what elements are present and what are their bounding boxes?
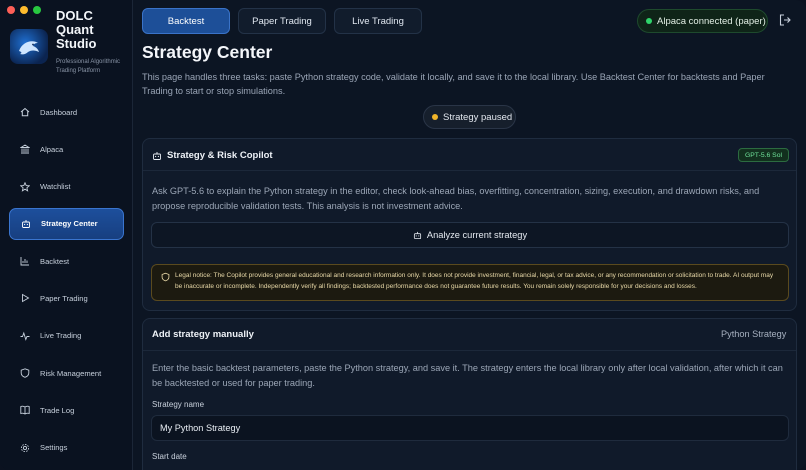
sidebar-item-trade-log[interactable]: Trade Log [9, 394, 124, 426]
robot-icon [413, 231, 422, 240]
sidebar-item-live-trading[interactable]: Live Trading [9, 320, 124, 352]
connection-status-badge: Alpaca connected (paper) [637, 9, 768, 33]
shield-icon [161, 272, 170, 286]
sidebar-nav: Dashboard Alpaca Watchlist Strategy Cent… [9, 96, 124, 469]
copilot-title: Strategy & Risk Copilot [152, 150, 273, 161]
home-icon [20, 107, 30, 117]
sidebar: DOLC Quant Studio Professional Algorithm… [0, 0, 133, 470]
sidebar-item-label: Settings [40, 443, 68, 453]
robot-icon [21, 219, 31, 229]
analyze-strategy-button[interactable]: Analyze current strategy [151, 222, 789, 248]
sidebar-item-paper-trading[interactable]: Paper Trading [9, 282, 124, 314]
bank-icon [20, 144, 30, 154]
add-strategy-card: Add strategy manually Python Strategy En… [142, 318, 797, 470]
pulse-icon [20, 331, 30, 341]
connection-status-label: Alpaca connected (paper) [657, 15, 766, 27]
minimize-window-button[interactable] [20, 6, 28, 14]
strategy-status-badge: Strategy paused [423, 105, 516, 129]
sidebar-item-label: Backtest [40, 256, 70, 266]
connection-status-dot [646, 18, 652, 24]
page-title: Strategy Center [142, 42, 273, 62]
star-icon [20, 181, 30, 192]
sidebar-item-label: Live Trading [40, 331, 82, 341]
add-strategy-title: Add strategy manually [152, 329, 254, 340]
copilot-card: Strategy & Risk Copilot GPT-5.6 Sol Ask … [142, 138, 797, 311]
legal-notice: Legal notice: The Copilot provides gener… [151, 264, 789, 301]
window-controls [7, 6, 41, 14]
sidebar-item-label: Risk Management [40, 368, 102, 378]
strategy-status-dot [432, 114, 438, 120]
sidebar-item-alpaca[interactable]: Alpaca [9, 133, 124, 165]
start-date-label: Start date [152, 452, 187, 461]
strategy-type-label: Python Strategy [721, 329, 787, 339]
sidebar-item-label: Strategy Center [41, 219, 98, 229]
play-icon [20, 293, 30, 303]
app-title: DOLC Quant Studio [56, 8, 97, 51]
sidebar-item-strategy-center[interactable]: Strategy Center [9, 207, 124, 240]
copilot-title-label: Strategy & Risk Copilot [167, 150, 273, 161]
shield-icon [20, 368, 30, 378]
sidebar-item-backtest[interactable]: Backtest [9, 245, 124, 277]
book-icon [20, 405, 30, 415]
divider [143, 350, 796, 351]
sidebar-item-dashboard[interactable]: Dashboard [9, 96, 124, 128]
strategy-name-label: Strategy name [152, 400, 205, 409]
sidebar-item-watchlist[interactable]: Watchlist [9, 171, 124, 203]
sidebar-item-label: Alpaca [40, 144, 64, 154]
add-strategy-description: Enter the basic backtest parameters, pas… [152, 363, 783, 388]
sidebar-item-label: Trade Log [40, 405, 75, 415]
gear-icon [20, 443, 30, 453]
top-tabs: Backtest Paper Trading Live Trading [142, 8, 422, 34]
strategy-name-input[interactable]: My Python Strategy [151, 415, 789, 441]
sidebar-item-risk-management[interactable]: Risk Management [9, 357, 124, 389]
close-window-button[interactable] [7, 6, 15, 14]
dolphin-icon [19, 40, 39, 54]
app-logo [10, 29, 48, 64]
app-subtitle: Professional Algorithmic Trading Platfor… [56, 59, 121, 74]
sidebar-item-label: Watchlist [40, 182, 71, 192]
app-window: DOLC Quant Studio Professional Algorithm… [0, 0, 806, 470]
tab-backtest[interactable]: Backtest [142, 8, 230, 34]
robot-icon [152, 151, 162, 161]
tab-paper-trading[interactable]: Paper Trading [238, 8, 326, 34]
strategy-status-label: Strategy paused [443, 111, 513, 123]
divider [143, 170, 796, 171]
main-content: Backtest Paper Trading Live Trading Alpa… [133, 0, 806, 470]
model-badge: GPT-5.6 Sol [738, 148, 789, 162]
legal-notice-text: Legal notice: The Copilot provides gener… [175, 272, 774, 290]
sidebar-item-label: Dashboard [40, 107, 78, 117]
chart-icon [20, 256, 30, 266]
sidebar-item-settings[interactable]: Settings [9, 432, 124, 464]
page-description: This page handles three tasks: paste Pyt… [142, 72, 765, 96]
maximize-window-button[interactable] [33, 6, 41, 14]
tab-live-trading[interactable]: Live Trading [334, 8, 422, 34]
logout-icon[interactable] [779, 13, 791, 27]
sidebar-item-label: Paper Trading [40, 293, 88, 303]
copilot-description: Ask GPT-5.6 to explain the Python strate… [152, 186, 760, 211]
analyze-strategy-label: Analyze current strategy [426, 230, 528, 240]
